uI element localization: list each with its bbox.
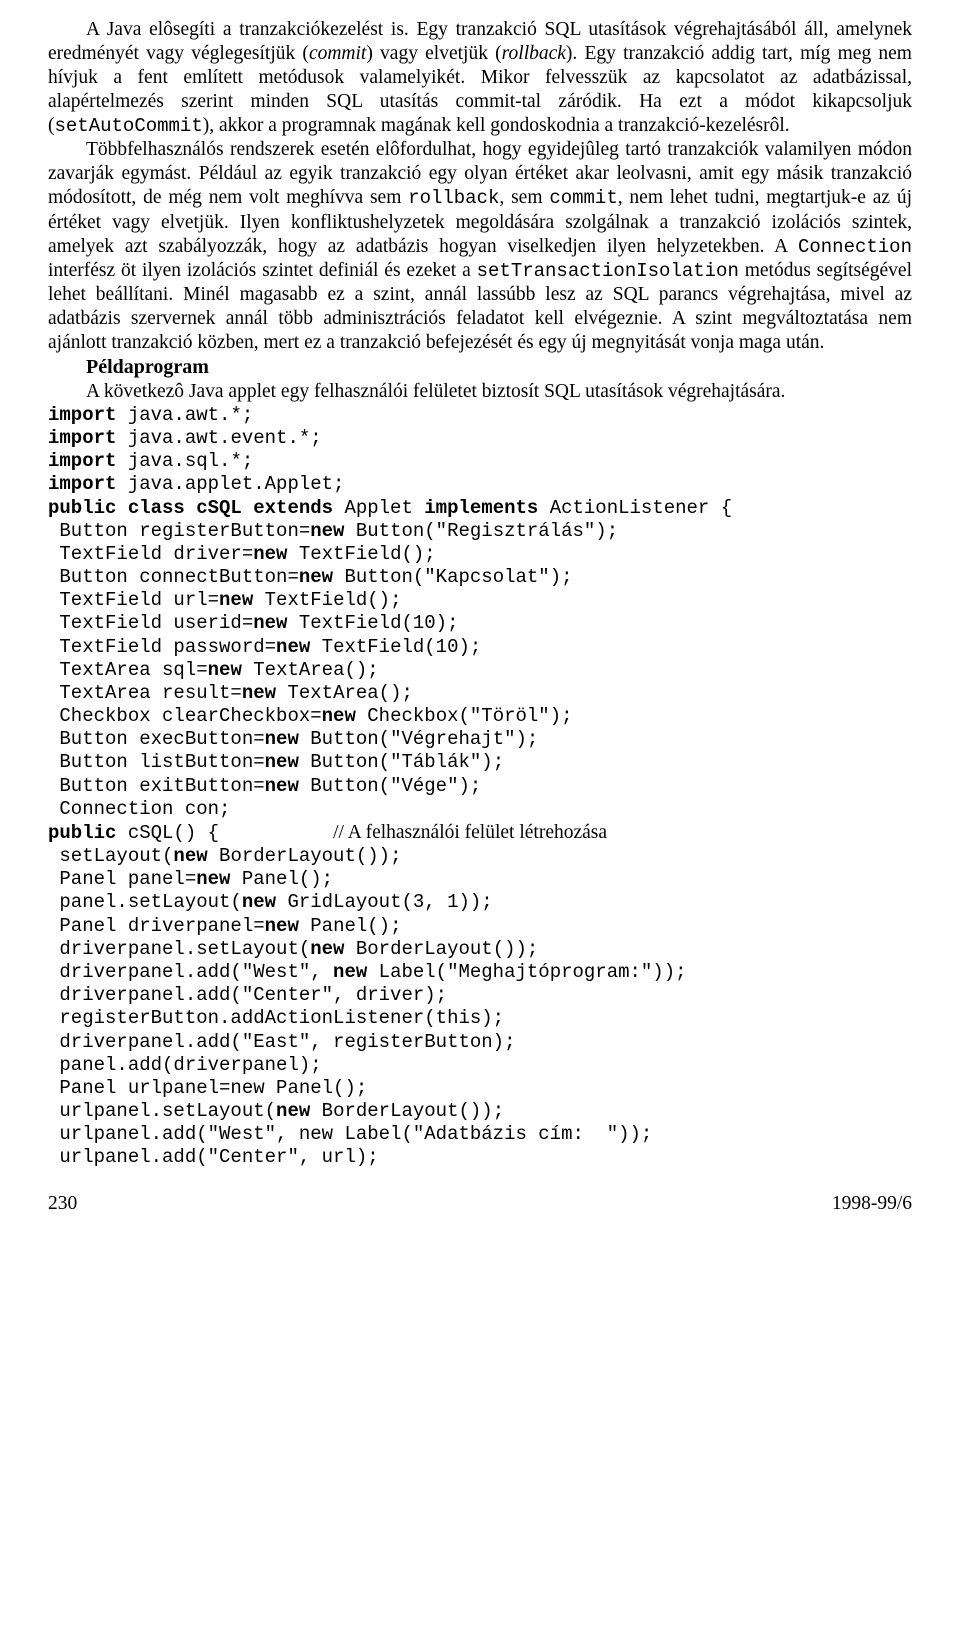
code-class-declaration: public class cSQL extends Applet impleme… [48, 497, 732, 519]
body-paragraph-2: Többfelhasználós rendszerek esetén elôfo… [48, 138, 912, 355]
body-paragraph-1: A Java elôsegíti a tranzakciókezelést is… [48, 18, 912, 138]
page-footer: 230 1998-99/6 [48, 1188, 912, 1216]
code-constructor-signature: public cSQL() { // A felhasználói felüle… [48, 822, 607, 844]
code-fields: Button registerButton=new Button("Regisz… [48, 520, 618, 820]
code-imports: import java.awt.*; import java.awt.event… [48, 404, 344, 496]
code-constructor-body: setLayout(new BorderLayout()); Panel pan… [48, 845, 687, 1168]
code-block: import java.awt.*; import java.awt.event… [48, 404, 912, 1170]
section-intro: A következô Java applet egy felhasználói… [48, 380, 912, 404]
issue-label: 1998-99/6 [832, 1192, 912, 1216]
section-heading: Példaprogram [48, 355, 912, 380]
page-number: 230 [48, 1192, 77, 1216]
page: A Java elôsegíti a tranzakciókezelést is… [0, 0, 960, 1240]
